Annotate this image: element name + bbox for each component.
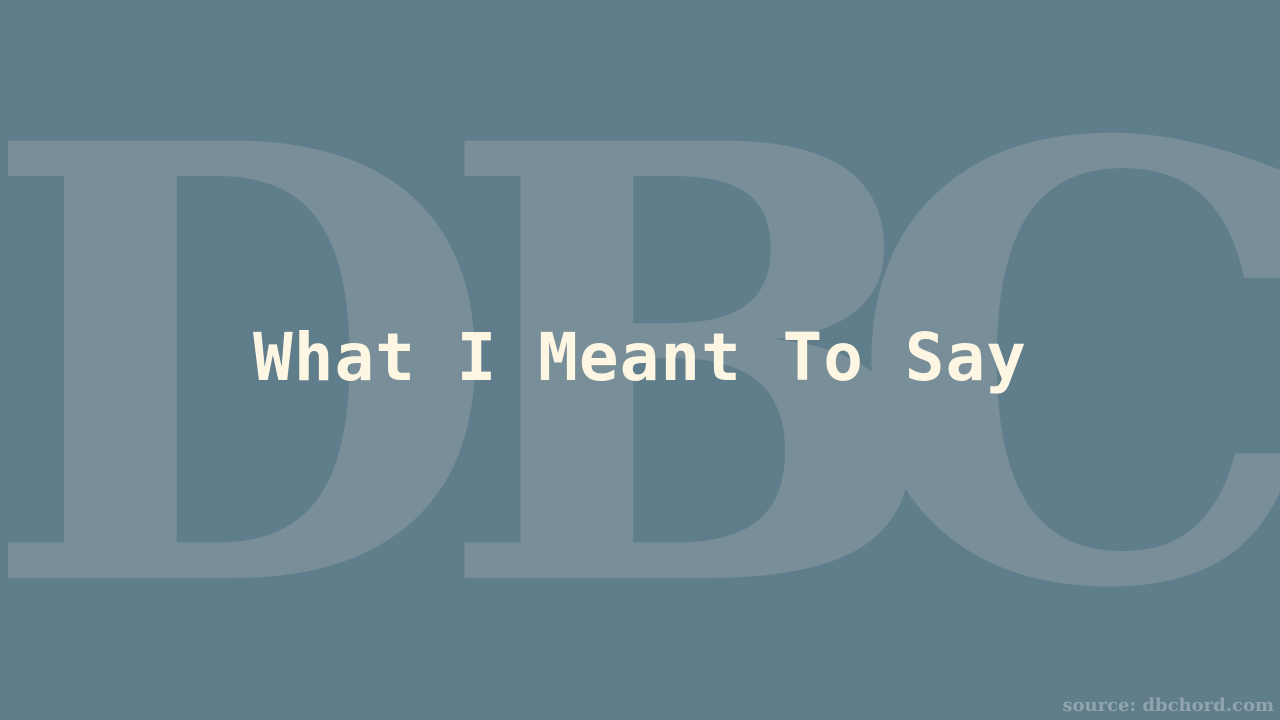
- source-credit: source: dbchord.com: [1062, 695, 1274, 716]
- page-title: What I Meant To Say: [253, 319, 1027, 396]
